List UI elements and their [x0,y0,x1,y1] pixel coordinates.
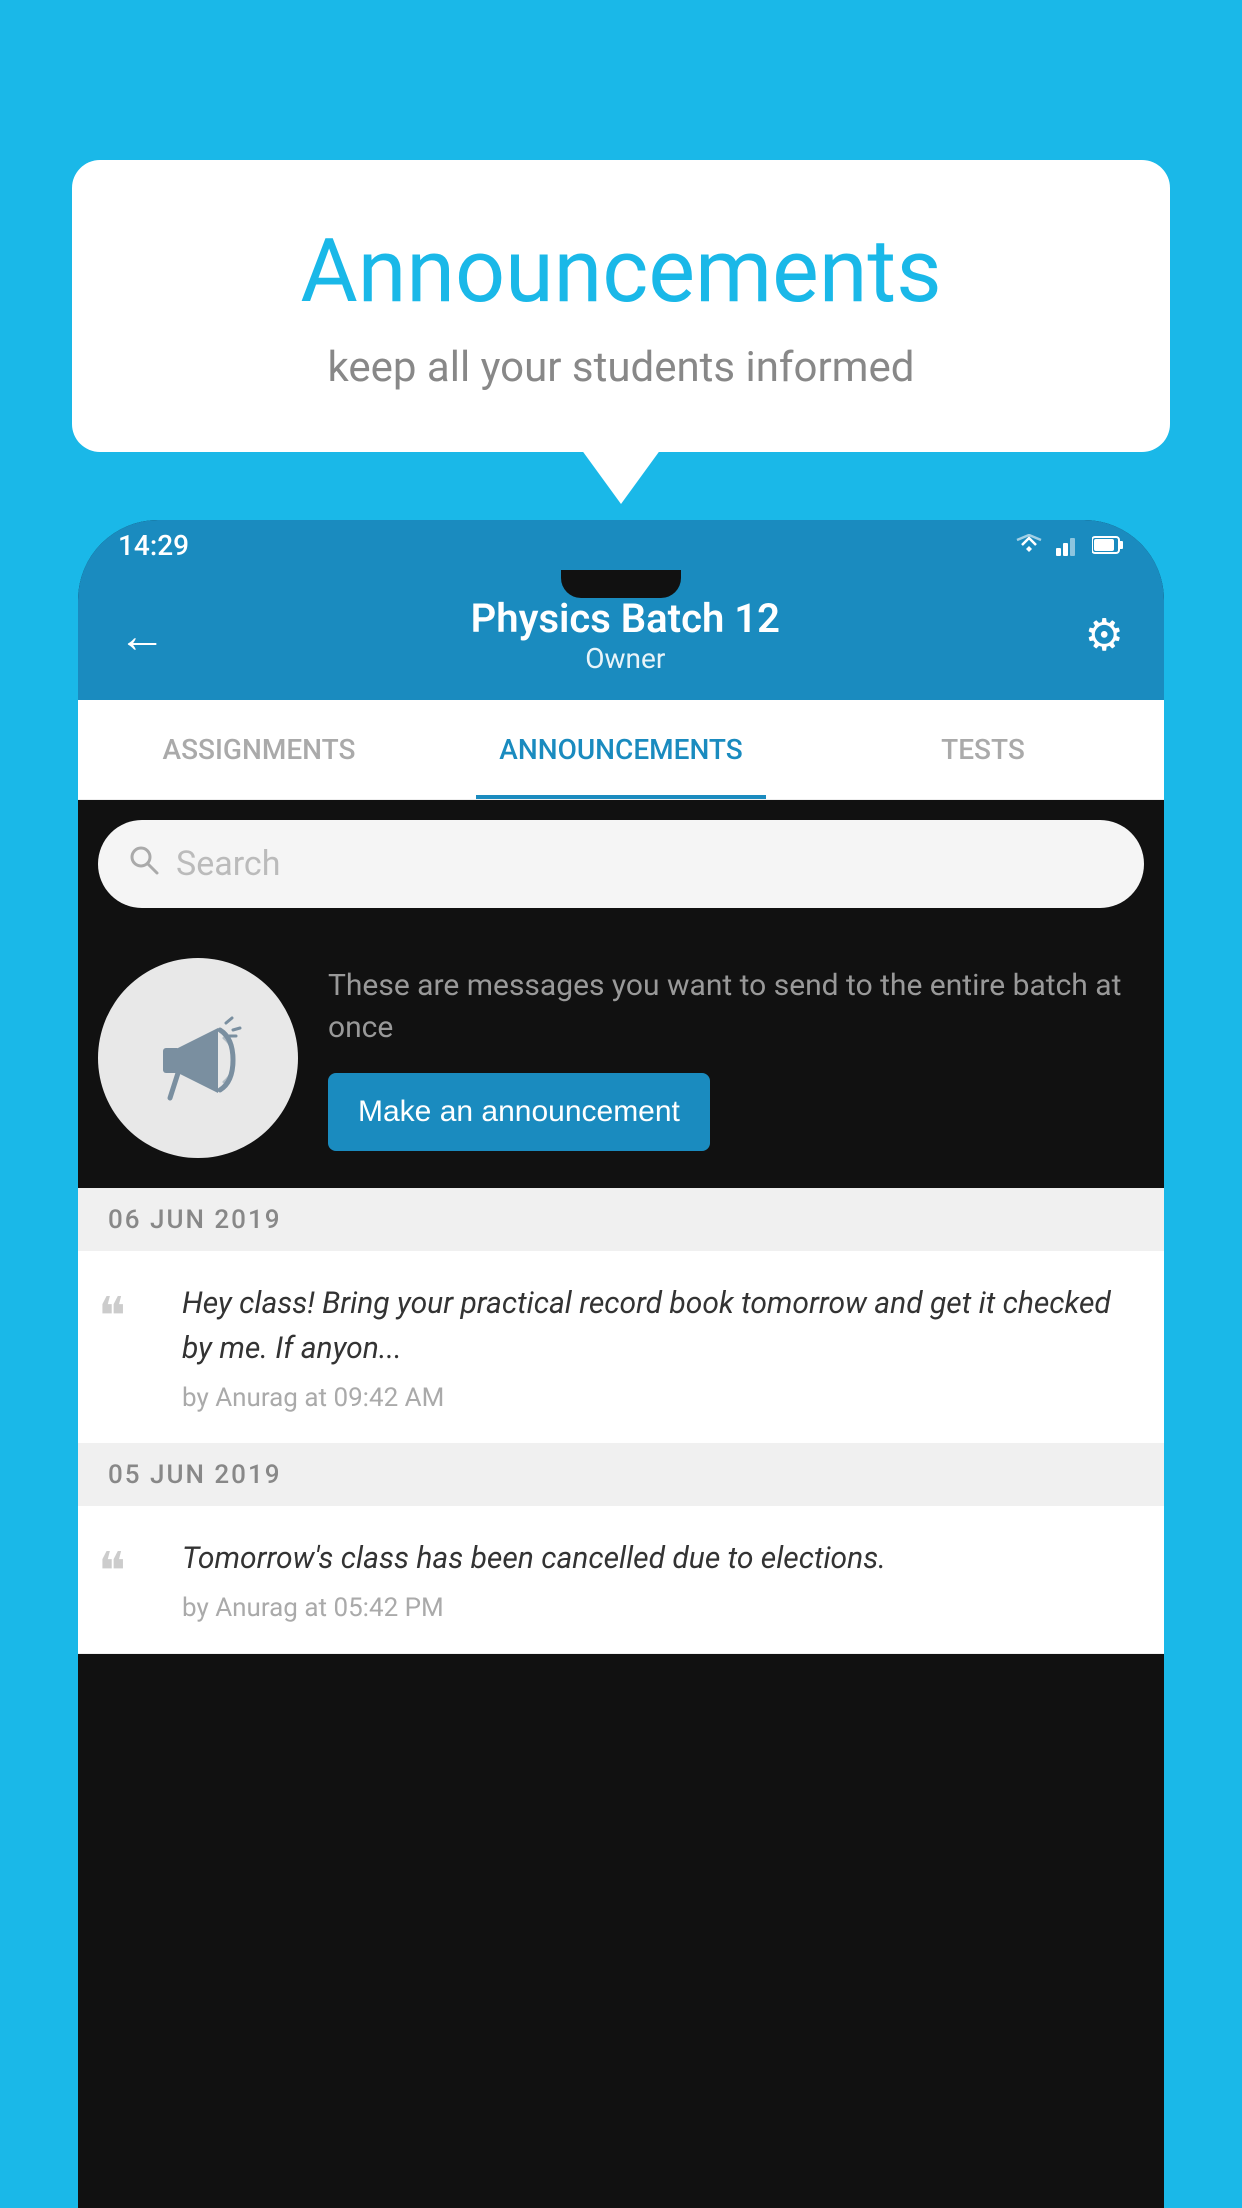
phone-notch [561,570,681,598]
megaphone-icon [148,1008,248,1108]
announcement-item-1[interactable]: ❝ Hey class! Bring your practical record… [78,1251,1164,1444]
announcement-meta-2: by Anurag at 05:42 PM [182,1593,1144,1623]
announcement-text-2: Tomorrow's class has been cancelled due … [182,1536,1144,1581]
announcement-content-1: Hey class! Bring your practical record b… [182,1281,1144,1413]
announcement-text-1: Hey class! Bring your practical record b… [182,1281,1144,1371]
announcements-heading: Announcements [132,220,1110,323]
status-bar: 14:29 [78,520,1164,570]
search-icon [128,843,160,885]
tab-tests[interactable]: TESTS [802,700,1164,799]
status-icons [1014,534,1124,556]
phone-frame: 14:29 ← Physic [78,520,1164,2208]
batch-title: Physics Batch 12 [471,595,780,642]
date-divider-2: 05 JUN 2019 [78,1444,1164,1506]
search-bar[interactable]: Search [98,820,1144,908]
make-announcement-button[interactable]: Make an announcement [328,1073,710,1151]
empty-state-description: These are messages you want to send to t… [328,965,1144,1049]
empty-state-content: These are messages you want to send to t… [328,965,1144,1151]
empty-state: These are messages you want to send to t… [78,928,1164,1189]
wifi-icon [1014,534,1044,556]
announcements-subtitle: keep all your students informed [132,343,1110,392]
status-time: 14:29 [118,529,189,562]
signal-icon [1056,534,1080,556]
announcement-meta-1: by Anurag at 09:42 AM [182,1383,1144,1413]
speech-bubble-card: Announcements keep all your students inf… [72,160,1170,452]
announcement-content-2: Tomorrow's class has been cancelled due … [182,1536,1144,1623]
battery-icon [1092,535,1124,555]
back-button[interactable]: ← [118,607,166,664]
tab-announcements[interactable]: ANNOUNCEMENTS [440,700,802,799]
tab-assignments[interactable]: ASSIGNMENTS [78,700,440,799]
date-divider-1: 06 JUN 2019 [78,1189,1164,1251]
tabs-bar: ASSIGNMENTS ANNOUNCEMENTS TESTS [78,700,1164,800]
settings-button[interactable]: ⚙ [1085,609,1124,661]
megaphone-circle [98,958,298,1158]
announcement-item-2[interactable]: ❝ Tomorrow's class has been cancelled du… [78,1506,1164,1654]
quote-icon-1: ❝ [98,1287,158,1347]
app-bar-title-area: Physics Batch 12 Owner [471,595,780,675]
batch-subtitle: Owner [471,642,780,675]
quote-icon-2: ❝ [98,1542,158,1602]
search-placeholder: Search [176,844,280,884]
